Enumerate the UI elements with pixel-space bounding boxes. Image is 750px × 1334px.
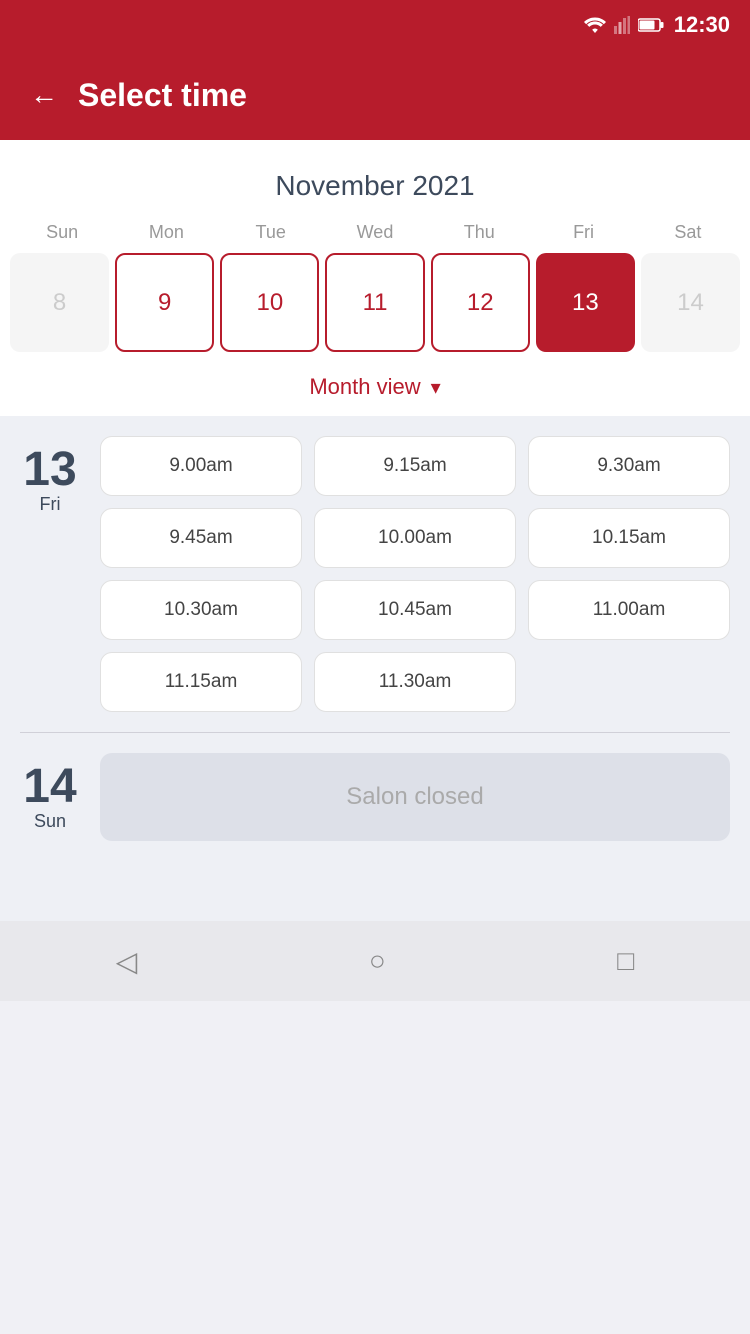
cal-day-14[interactable]: 14 xyxy=(641,253,740,352)
day-13-name: Fri xyxy=(40,494,61,515)
month-year-title: November 2021 xyxy=(0,160,750,222)
time-slot-1000am[interactable]: 10.00am xyxy=(314,508,516,568)
signal-icon xyxy=(614,16,630,34)
weekday-sat: Sat xyxy=(636,222,740,253)
month-view-label: Month view xyxy=(309,374,420,400)
section-divider xyxy=(20,732,730,733)
status-time: 12:30 xyxy=(674,12,730,38)
day-14-name: Sun xyxy=(34,811,66,832)
battery-icon xyxy=(638,18,664,32)
bottom-nav: ◁ ○ □ xyxy=(0,921,750,1001)
calendar-section: November 2021 Sun Mon Tue Wed Thu Fri Sa… xyxy=(0,140,750,416)
day-14-section: 14 Sun Salon closed xyxy=(20,753,730,841)
time-slot-900am[interactable]: 9.00am xyxy=(100,436,302,496)
app-header: ← Select time xyxy=(0,50,750,140)
header-title: Select time xyxy=(78,77,247,114)
day-13-time-grid: 9.00am 9.15am 9.30am 9.45am 10.00am 10.1… xyxy=(100,436,730,712)
time-slot-1130am[interactable]: 11.30am xyxy=(314,652,516,712)
cal-day-10[interactable]: 10 xyxy=(220,253,319,352)
cal-day-11[interactable]: 11 xyxy=(325,253,424,352)
weekdays-row: Sun Mon Tue Wed Thu Fri Sat xyxy=(0,222,750,253)
day-14-number: 14 xyxy=(23,763,76,811)
nav-home-icon[interactable]: ○ xyxy=(369,945,386,977)
back-button[interactable]: ← xyxy=(30,79,58,111)
nav-recent-icon[interactable]: □ xyxy=(617,945,634,977)
time-slot-945am[interactable]: 9.45am xyxy=(100,508,302,568)
time-slot-1030am[interactable]: 10.30am xyxy=(100,580,302,640)
weekday-wed: Wed xyxy=(323,222,427,253)
day-13-section: 13 Fri 9.00am 9.15am 9.30am 9.45am 10.00… xyxy=(20,436,730,712)
month-view-toggle[interactable]: Month view ▾ xyxy=(0,362,750,416)
time-slot-930am[interactable]: 9.30am xyxy=(528,436,730,496)
time-slot-1115am[interactable]: 11.15am xyxy=(100,652,302,712)
time-slots-section: 13 Fri 9.00am 9.15am 9.30am 9.45am 10.00… xyxy=(0,416,750,881)
status-icons xyxy=(584,16,664,34)
weekday-tue: Tue xyxy=(219,222,323,253)
time-slot-915am[interactable]: 9.15am xyxy=(314,436,516,496)
salon-closed-label: Salon closed xyxy=(346,783,483,811)
time-slot-1015am[interactable]: 10.15am xyxy=(528,508,730,568)
day-13-number: 13 xyxy=(23,446,76,494)
status-bar: 12:30 xyxy=(0,0,750,50)
weekday-mon: Mon xyxy=(114,222,218,253)
time-slot-1100am[interactable]: 11.00am xyxy=(528,580,730,640)
cal-day-9[interactable]: 9 xyxy=(115,253,214,352)
time-slot-1045am[interactable]: 10.45am xyxy=(314,580,516,640)
cal-day-13[interactable]: 13 xyxy=(536,253,635,352)
day-14-label: 14 Sun xyxy=(20,753,80,841)
cal-day-8[interactable]: 8 xyxy=(10,253,109,352)
nav-back-icon[interactable]: ◁ xyxy=(116,945,138,978)
wifi-icon xyxy=(584,17,606,33)
weekday-sun: Sun xyxy=(10,222,114,253)
day-13-label: 13 Fri xyxy=(20,436,80,712)
chevron-down-icon: ▾ xyxy=(431,375,441,400)
weekday-thu: Thu xyxy=(427,222,531,253)
cal-day-12[interactable]: 12 xyxy=(431,253,530,352)
weekday-fri: Fri xyxy=(531,222,635,253)
salon-closed-box: Salon closed xyxy=(100,753,730,841)
calendar-days-row: 8 9 10 11 12 13 14 xyxy=(0,253,750,362)
